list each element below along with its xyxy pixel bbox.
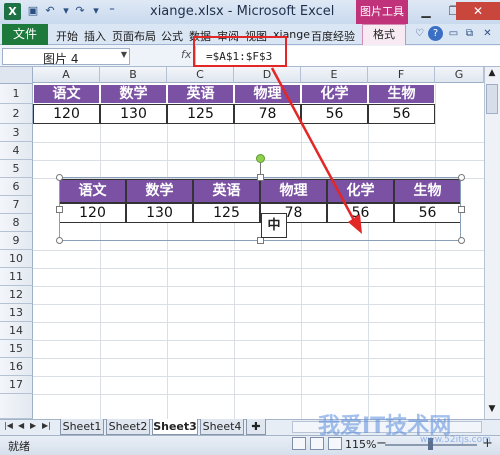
watermark-url: www.52itjs.com (420, 435, 491, 445)
sheet-tab-4[interactable]: Sheet4 (200, 419, 244, 435)
sheet-tab-1[interactable]: Sheet1 (60, 419, 104, 435)
last-sheet-icon[interactable]: ▶| (42, 421, 51, 430)
scroll-down-icon[interactable]: ▼ (486, 404, 498, 416)
insert-sheet-icon[interactable]: ✚ (246, 419, 266, 435)
sheet-tab-2[interactable]: Sheet2 (106, 419, 150, 435)
status-text: 就绪 (8, 440, 30, 453)
annotation-arrow-icon (270, 67, 362, 234)
vertical-scrollbar[interactable] (484, 67, 500, 419)
normal-view-icon[interactable] (292, 437, 306, 450)
sheet-tab-3[interactable]: Sheet3 (152, 419, 198, 435)
first-sheet-icon[interactable]: |◀ (4, 421, 13, 430)
prev-sheet-icon[interactable]: ◀ (18, 421, 24, 430)
next-sheet-icon[interactable]: ▶ (30, 421, 36, 430)
scroll-up-icon[interactable]: ▲ (486, 68, 498, 80)
vertical-scroll-thumb[interactable] (486, 84, 498, 114)
